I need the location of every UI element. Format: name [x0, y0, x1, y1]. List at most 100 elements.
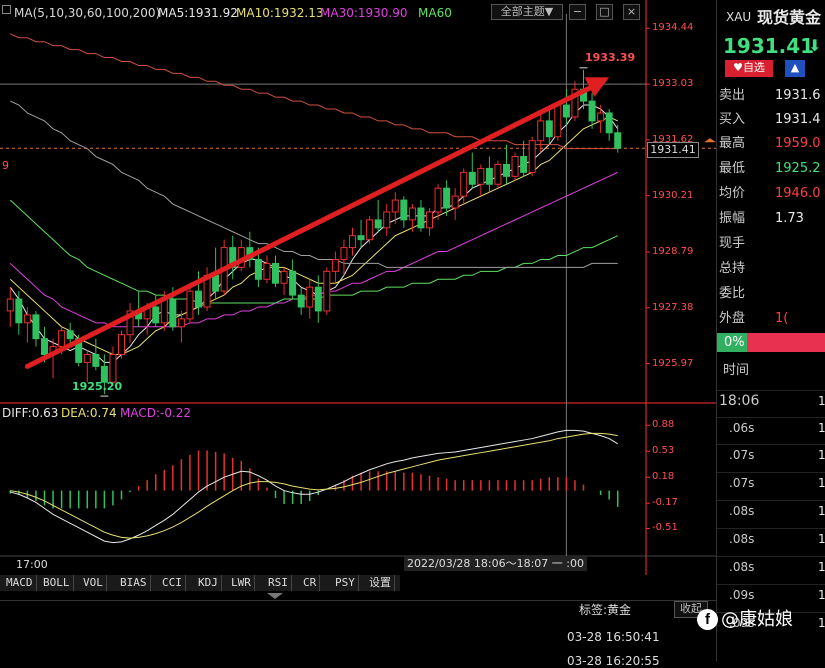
tab-macd[interactable]: MACD — [3, 575, 37, 591]
candle-body — [503, 163, 510, 177]
candle-body — [92, 353, 100, 367]
candle-body — [605, 112, 613, 134]
toggle-ma-button[interactable]: − — [569, 4, 586, 20]
ma-legend-2: MA10:1932.13 — [236, 6, 324, 20]
sidebar-value-3: 1925.2 — [775, 161, 821, 176]
watch-label: 自选 — [742, 61, 765, 74]
down-arrow-icon: ⬇ — [808, 36, 822, 55]
candle-body — [408, 207, 416, 221]
candle-body — [195, 290, 202, 308]
trade-time: 18:06 — [719, 393, 760, 409]
candle-body — [485, 167, 493, 185]
tab-kdj[interactable]: KDJ — [195, 575, 222, 591]
panel-divider[interactable] — [0, 600, 716, 601]
trade-time: .07s — [729, 476, 755, 490]
trade-value: 1 — [818, 504, 825, 518]
candle-body — [32, 314, 40, 340]
main-container: MA(5,10,30,60,100,200) MA5:1931.92 MA10:… — [0, 0, 825, 668]
fullscreen-button[interactable]: □ — [596, 4, 613, 20]
sidebar-label-5: 振幅 — [719, 211, 746, 226]
macd-y-tick-label: 0.53 — [652, 445, 675, 457]
candle-body — [545, 120, 553, 138]
candle-body — [212, 274, 220, 292]
candle-body — [280, 270, 288, 284]
trade-value: 1 — [818, 448, 825, 462]
tab-psy[interactable]: PSY — [332, 575, 359, 591]
macd-legend-macd: MACD:-0.22 — [120, 406, 192, 420]
ma-line-ma10 — [9, 116, 618, 355]
ma-line-ma30 — [9, 171, 618, 328]
ma-line-ma5 — [9, 104, 619, 363]
tab-boll[interactable]: BOLL — [40, 575, 74, 591]
tab-rsi[interactable]: RSI — [265, 575, 292, 591]
candle-body — [614, 132, 622, 149]
tab-vol[interactable]: VOL — [80, 575, 107, 591]
y-tick-label: 1928.79 — [652, 245, 694, 257]
candle-body — [443, 187, 451, 209]
facebook-logo-icon: f — [697, 609, 718, 630]
tab-设置[interactable]: 设置 — [366, 575, 395, 591]
candle-body — [323, 270, 331, 312]
tab-cr[interactable]: CR — [300, 575, 321, 591]
news-time-1: 03-28 16:50:41 — [567, 630, 660, 644]
sidebar: XAU 现货黄金 1931.41 ⬇ ♥自选 ▲ 卖出 1931.6 买入 1931.… — [716, 0, 825, 661]
tab-cci[interactable]: CCI — [159, 575, 186, 591]
current-price-box: 1931.41 — [647, 142, 699, 158]
ma-legend-0: MA(5,10,30,60,100,200) — [14, 6, 161, 20]
close-icon: × — [626, 5, 637, 18]
candle-body — [426, 211, 433, 229]
y-tick-label: 1927.38 — [652, 301, 694, 313]
sidebar-value-0: 1931.6 — [775, 88, 821, 103]
sidebar-value-1: 1931.4 — [775, 112, 821, 127]
ma-line-ma60 — [9, 199, 618, 304]
scroll-handle[interactable] — [267, 593, 283, 599]
sidebar-value-5: 1.73 — [775, 211, 804, 226]
candle-body — [451, 195, 459, 209]
alert-button[interactable]: ▲ — [785, 60, 805, 77]
high-label: 1933.39 — [585, 51, 636, 64]
macd-legend-diff: DIFF:0.63 — [2, 406, 59, 420]
candle-body — [391, 199, 399, 213]
candle-body — [152, 306, 160, 324]
macd-legend-dea: DEA:0.74 — [61, 406, 117, 420]
tab-bias[interactable]: BIAS — [117, 575, 151, 591]
y-tick-label: 1925.97 — [652, 357, 694, 369]
candle-body — [177, 318, 185, 328]
candle-body — [460, 171, 468, 197]
candle-body — [83, 353, 91, 363]
add-watchlist-button[interactable]: ♥自选 — [725, 60, 773, 77]
price-marker-icon — [704, 138, 716, 143]
watermark-text: @康姑娘 — [721, 609, 793, 630]
ma-line-ma200 — [10, 33, 618, 150]
candle-body — [340, 247, 348, 260]
candle-body — [331, 258, 339, 272]
sidebar-label-8: 委比 — [719, 286, 746, 301]
tab-lwr[interactable]: LWR — [228, 575, 255, 591]
indicator-tabbar: MACD BOLL VOL BIAS CCI KDJ LWR RSI CR PSY 设置 — [0, 575, 400, 591]
diff-line — [10, 429, 618, 544]
candle-body — [118, 334, 125, 355]
trade-value: 1 — [818, 394, 825, 408]
ma-legend-3: MA30:1930.90 — [320, 6, 408, 20]
tag-label: 标签:黄金 — [579, 603, 632, 617]
candle-body — [597, 112, 605, 122]
sidebar-label-6: 现手 — [719, 236, 746, 251]
sidebar-label-3: 最低 — [719, 161, 746, 176]
candle-body — [160, 298, 168, 324]
candle-body — [169, 298, 177, 328]
trade-value: 1 — [818, 588, 825, 602]
sidebar-label-0: 卖出 — [719, 88, 746, 103]
trade-time: .08s — [729, 560, 755, 574]
trades-header: 时间 — [723, 363, 750, 378]
crosshair-time-overlay: 2022/03/28 18:06～18:07 一 :00 — [404, 557, 587, 571]
theme-dropdown[interactable]: 全部主题▼ — [491, 4, 563, 20]
candle-body — [297, 294, 305, 308]
ma-legend-1: MA5:1931.92 — [158, 6, 238, 20]
candle-body — [477, 167, 485, 185]
symbol-code: XAU — [726, 10, 752, 24]
ratio-bar: 0% — [717, 333, 825, 352]
close-button[interactable]: × — [623, 4, 640, 20]
candle-body — [23, 314, 31, 324]
trade-time: .08s — [729, 504, 755, 518]
candle-body — [374, 219, 382, 229]
